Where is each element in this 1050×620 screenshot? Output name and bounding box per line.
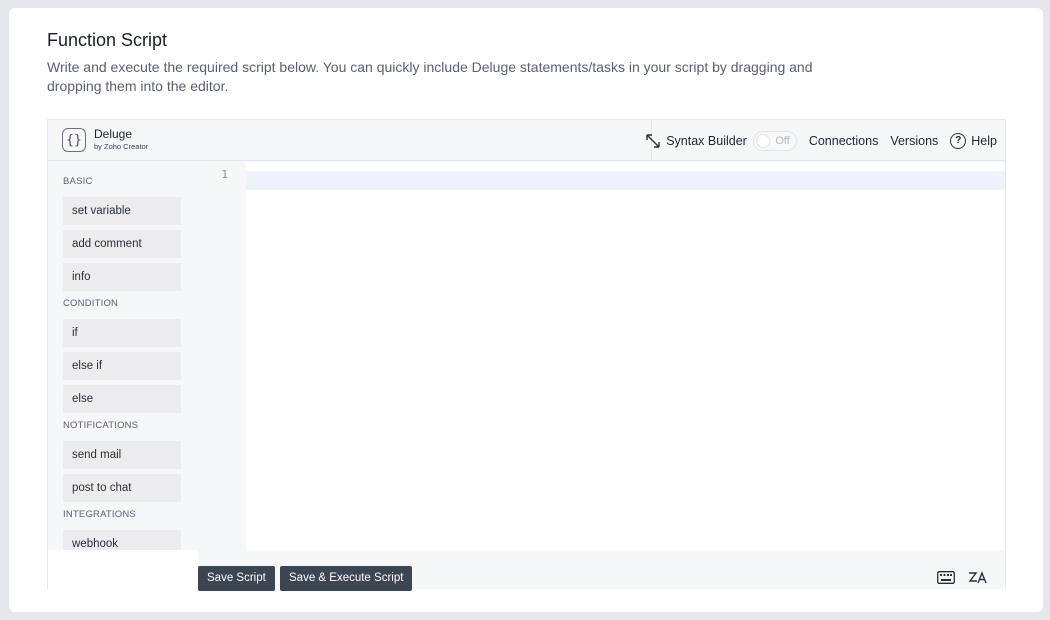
save-execute-button[interactable]: Save & Execute Script (280, 566, 413, 591)
function-script-card: Function Script Write and execute the re… (9, 8, 1043, 612)
syntax-builder-toggle[interactable]: Off (752, 130, 797, 151)
palette-item[interactable]: send mail (63, 441, 181, 469)
deluge-editor: {} Deluge by Zoho Creator Syntax Builder… (47, 119, 1006, 591)
versions-link[interactable]: Versions (890, 134, 938, 148)
toggle-knob (755, 133, 770, 148)
toggle-state: Off (775, 134, 790, 147)
brand-subtitle: by Zoho Creator (94, 142, 149, 151)
palette-item[interactable]: info (63, 263, 181, 291)
palette-item[interactable]: else (63, 385, 181, 413)
palette-footer (48, 550, 198, 589)
palette-category: BASIC (63, 176, 93, 187)
brand: Deluge by Zoho Creator (94, 127, 148, 151)
help-link[interactable]: Help (971, 134, 997, 148)
palette-item[interactable]: add comment (63, 230, 181, 258)
connections-link[interactable]: Connections (809, 134, 879, 148)
code-area[interactable] (246, 162, 1005, 551)
line-gutter: 1 (198, 162, 246, 551)
deluge-logo-icon: {} (62, 128, 86, 152)
expand-icon[interactable] (645, 133, 661, 149)
palette-category: INTEGRATIONS (63, 509, 136, 520)
help-icon[interactable]: ? (950, 132, 967, 149)
brand-name: Deluge (94, 127, 133, 141)
editor-toolbar: {} Deluge by Zoho Creator Syntax Builder… (48, 120, 1005, 161)
task-palette: BASIC set variable add comment info CONDITIO… (48, 162, 198, 550)
keyboard-icon[interactable] (937, 571, 955, 584)
palette-category: NOTIFICATIONS (63, 420, 139, 431)
palette-item[interactable]: post to chat (63, 474, 181, 502)
palette-item[interactable]: else if (63, 352, 181, 380)
line-number: 1 (221, 168, 228, 181)
editor-footer: Save Script Save & Execute Script (198, 551, 1005, 591)
palette-item[interactable]: if (63, 319, 181, 347)
page-description: Write and execute the required script be… (47, 59, 813, 94)
palette-category: CONDITION (63, 298, 119, 309)
palette-item[interactable]: set variable (63, 197, 181, 225)
syntax-builder-label[interactable]: Syntax Builder (666, 134, 747, 148)
palette-item[interactable]: webhook (63, 530, 181, 550)
page-title: Function Script (47, 30, 168, 50)
active-line (246, 171, 1005, 190)
save-script-button[interactable]: Save Script (198, 566, 275, 591)
translate-icon[interactable] (968, 570, 988, 585)
toolbar-actions: Syntax Builder Off Connections Versions … (645, 120, 997, 161)
